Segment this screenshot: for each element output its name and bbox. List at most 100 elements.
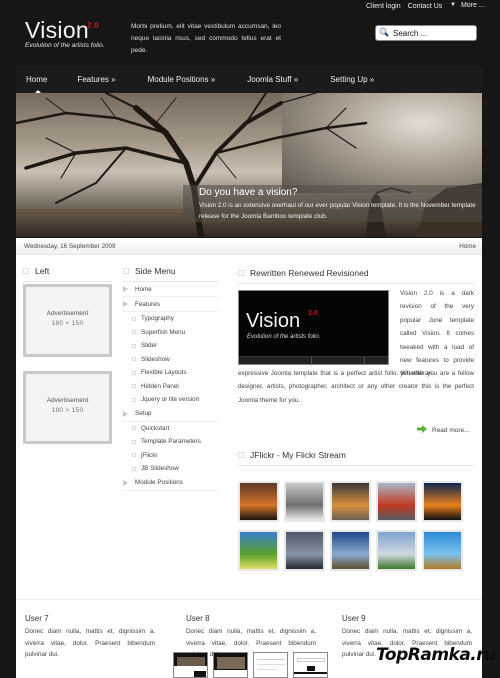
side-menu-item[interactable]: Superfish Menu <box>123 326 219 340</box>
module-bullet-icon <box>23 268 29 274</box>
current-date: Wednesday, 16 September 2009 <box>24 243 116 250</box>
contact-us-link[interactable]: Contact Us <box>408 3 443 10</box>
module-bullet-icon <box>238 270 244 276</box>
hero-text: Vision 2.0 is an extensive overhaul of o… <box>199 202 476 220</box>
ad-size: 180 × 150 <box>51 320 84 327</box>
left-module-header: Left <box>23 266 112 282</box>
side-menu-item-label: Typography <box>141 315 174 323</box>
ad-size: 180 × 150 <box>51 407 84 414</box>
preview-thumbnail[interactable] <box>173 652 208 678</box>
nav-item-module-positions[interactable]: Module Positions » <box>148 75 216 84</box>
side-menu-title: Side Menu <box>135 266 176 276</box>
side-menu-item-label: jFlickr <box>141 451 158 459</box>
user-module-text: Donec diam nulla, mattis et, dignissim a… <box>25 628 155 658</box>
bullet-icon <box>132 330 136 335</box>
side-menu-item-label: Hidden Panel <box>141 382 179 390</box>
header-intro-text: Morbi pretium, elit vitae vestibulum acc… <box>131 23 281 54</box>
nav-item-features[interactable]: Features » <box>77 75 115 84</box>
nav-label: Setting Up » <box>330 75 375 84</box>
flickr-thumbnail-bare-tree-blue-sky[interactable] <box>330 530 371 571</box>
bullet-icon <box>132 466 136 471</box>
user-module-title: User 9 <box>342 614 366 623</box>
arrow-right-icon <box>123 410 128 417</box>
side-menu-item[interactable]: Template Parameters <box>123 435 219 449</box>
side-menu-item[interactable]: Quickstart <box>123 422 219 436</box>
side-menu-item[interactable]: JB Slideshow <box>123 462 219 476</box>
watermark: TopRamka.ru <box>376 645 496 665</box>
bullet-icon <box>132 397 136 402</box>
preview-thumbnail[interactable] <box>253 652 288 678</box>
hero-title: Do you have a vision? <box>199 187 298 198</box>
article-title[interactable]: Rewritten Renewed Revisioned <box>250 268 369 278</box>
main-nav: Home Features » Module Positions » Jooml… <box>16 66 482 94</box>
side-menu-item-label: Slider <box>141 342 158 350</box>
nav-label: Home <box>26 75 48 84</box>
flickr-thumbnail-green-field-blue-sky[interactable] <box>238 530 279 571</box>
breadcrumb-home[interactable]: Home <box>459 243 476 250</box>
nav-label: Features » <box>77 75 116 84</box>
bullet-icon <box>132 384 136 389</box>
side-menu-item-label: Slideshow <box>141 355 170 363</box>
user-module-title: User 8 <box>186 614 210 623</box>
bullet-icon <box>132 316 136 321</box>
side-menu-item-label: Quickstart <box>141 424 170 432</box>
side-menu-item-label: Flexible Layouts <box>141 369 187 377</box>
side-menu-item[interactable]: Hidden Panel <box>123 380 219 394</box>
arrow-right-icon <box>123 301 128 307</box>
side-menu-item-label: Jquery or lite version <box>141 396 200 404</box>
site-logo[interactable]: Vision 2.0 Evolution of the artists foli… <box>25 17 105 49</box>
module-bullet-icon <box>123 268 129 274</box>
flickr-thumbnail-stormy-tree[interactable] <box>284 530 325 571</box>
side-menu-item[interactable]: Setup <box>123 407 219 422</box>
flickr-thumbnail-red-autumn-trees[interactable] <box>376 481 417 522</box>
side-menu-item[interactable]: Slideshow <box>123 353 219 367</box>
side-menu-item[interactable]: Features <box>123 297 219 312</box>
preview-thumbnail[interactable] <box>213 652 248 678</box>
search-input[interactable] <box>393 28 471 38</box>
nav-item-home[interactable]: Home <box>26 75 48 94</box>
flickr-thumbnail-bw-house[interactable] <box>284 481 325 522</box>
nav-item-setting-up[interactable]: Setting Up » <box>330 75 374 84</box>
advertisement-box[interactable]: Advertisement 180 × 150 <box>23 371 112 444</box>
flickr-thumbnail-tree-orange-sunset[interactable] <box>422 481 463 522</box>
side-menu-item-label: Template Parameters <box>141 438 201 446</box>
top-links: Client login Contact Us <box>366 3 442 10</box>
nav-item-joomla-stuff[interactable]: Joomla Stuff » <box>247 75 298 84</box>
side-menu-item[interactable]: Home <box>123 282 219 297</box>
side-menu-header: Side Menu <box>123 266 219 282</box>
client-login-link[interactable]: Client login <box>366 3 401 10</box>
article-image-logo: Vision <box>246 310 301 332</box>
main-content: Wednesday, 16 September 2009 Home Left A… <box>16 238 482 678</box>
flickr-thumbnail-tree-meadow[interactable] <box>376 530 417 571</box>
date-bar: Wednesday, 16 September 2009 Home <box>16 238 482 255</box>
advertisement-box[interactable]: Advertisement 180 × 150 <box>23 284 112 357</box>
bullet-icon <box>132 370 136 375</box>
ad-label: Advertisement <box>46 397 89 404</box>
side-menu-item[interactable]: Slider <box>123 339 219 353</box>
flickr-thumbnail-tree-light-sunset[interactable] <box>330 481 371 522</box>
preview-thumbnail[interactable] <box>293 652 328 678</box>
hero-slideshow[interactable]: Do you have a vision? Vision 2.0 is an e… <box>16 93 482 237</box>
logo-tagline: Evolution of the artists folio. <box>25 42 105 49</box>
flickr-thumbnail-tree-silhouette-sunset[interactable] <box>238 481 279 522</box>
arrow-right-icon <box>123 479 128 486</box>
preview-screenshots <box>173 652 328 678</box>
side-menu-item[interactable]: Jquery or lite version <box>123 393 219 407</box>
more-toggle[interactable]: ▼ More ... <box>450 2 485 10</box>
side-menu-item-label: Superfish Menu <box>141 328 186 336</box>
side-menu: Home Features Typography Superfish Menu Slid… <box>123 282 219 491</box>
side-menu-item[interactable]: Module Positions <box>123 476 219 491</box>
side-menu-item[interactable]: Flexible Layouts <box>123 366 219 380</box>
side-menu-item-label: Setup <box>135 410 152 417</box>
more-label: More ... <box>460 2 485 9</box>
bullet-icon <box>132 426 136 431</box>
side-menu-item-label: Features <box>135 300 160 308</box>
user-module-title: User 7 <box>25 614 49 623</box>
flickr-thumbnail-bird-branch-sky[interactable] <box>422 530 463 571</box>
read-more-label: Read more... <box>432 426 470 434</box>
side-menu-item[interactable]: jFlickr <box>123 449 219 463</box>
side-menu-item[interactable]: Typography <box>123 312 219 326</box>
ad-label: Advertisement <box>46 310 89 317</box>
read-more-link[interactable]: Read more... <box>417 425 470 435</box>
search-box[interactable] <box>375 25 477 41</box>
